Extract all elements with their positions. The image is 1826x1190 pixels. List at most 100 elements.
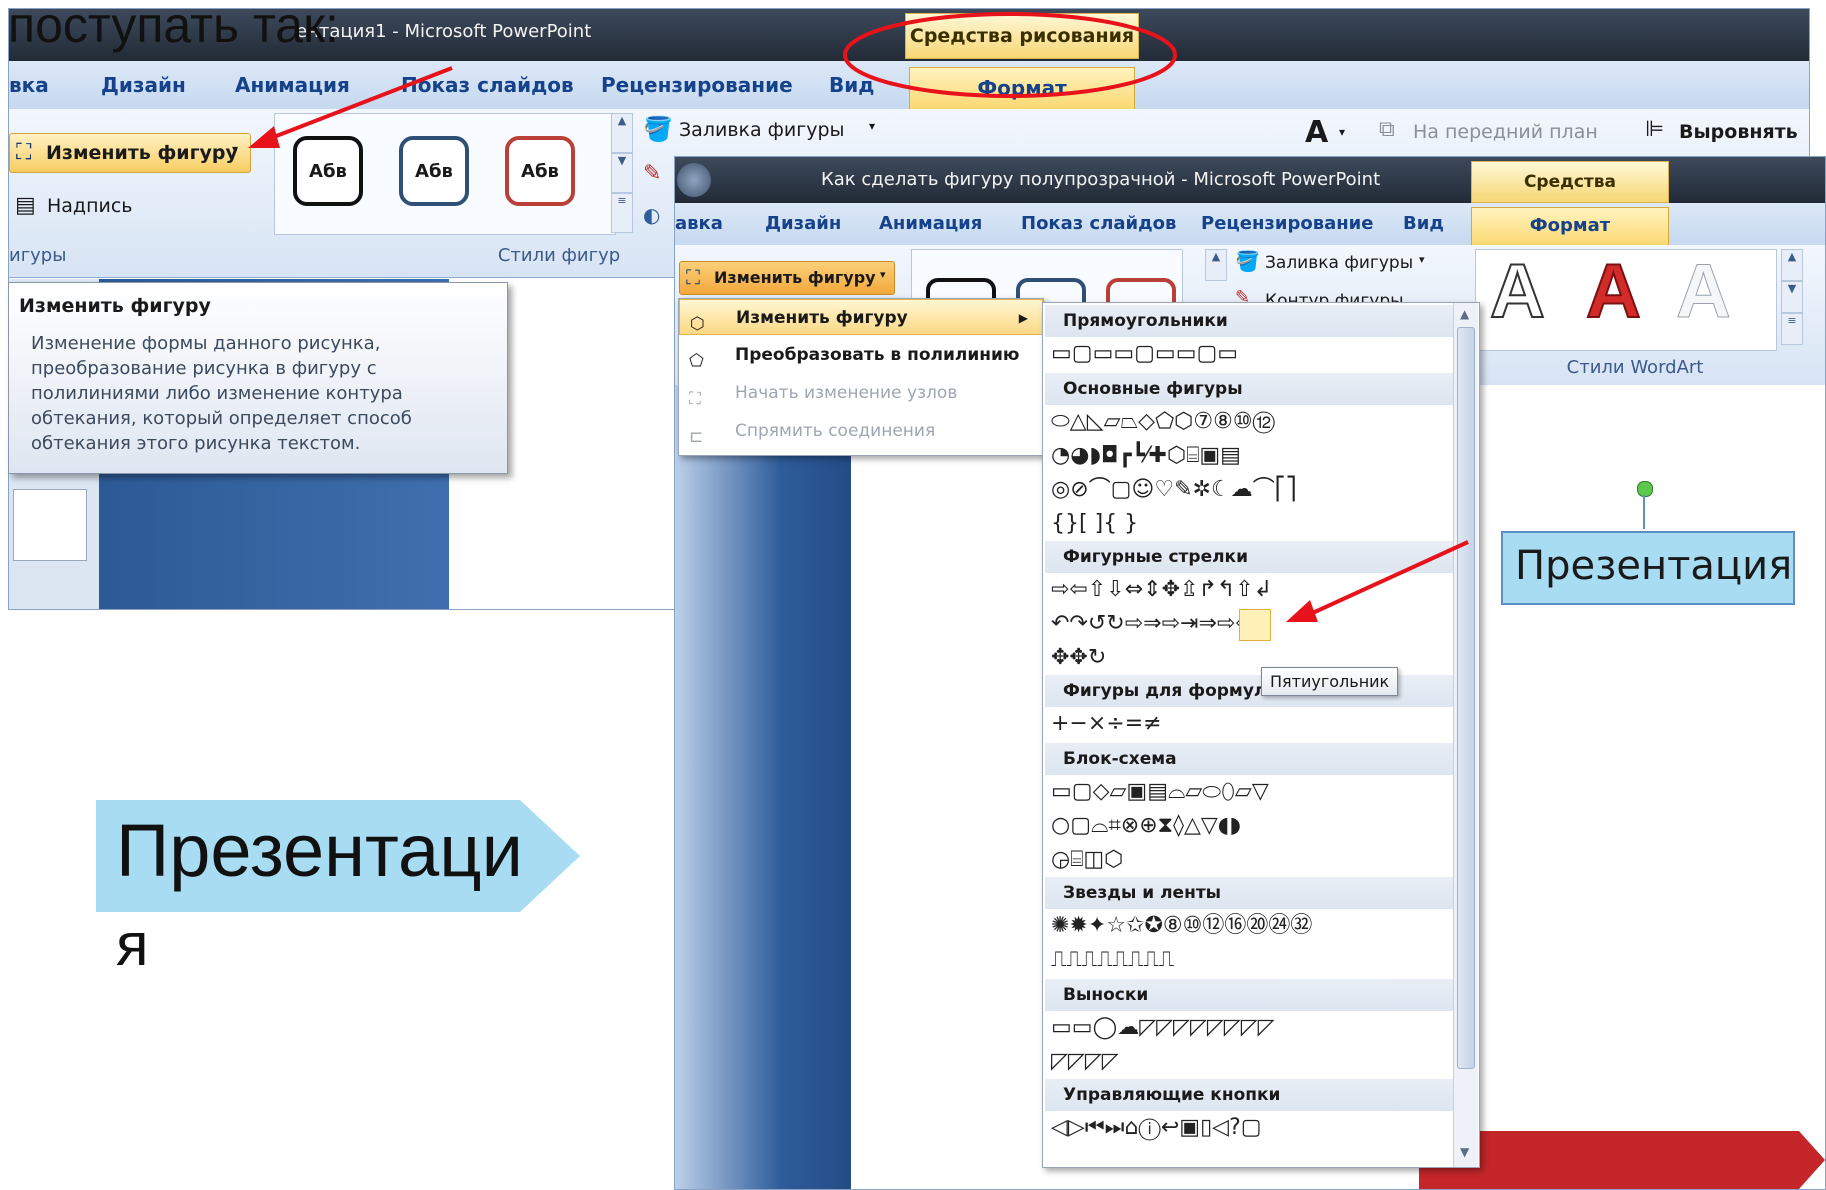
front-titlebar: Как сделать фигуру полупрозрачной - Micr…: [675, 157, 1825, 232]
pentagon-cell-highlight[interactable]: [1239, 609, 1271, 641]
scroll-up-icon[interactable]: ▲: [1460, 307, 1469, 321]
rotation-handle-line: [1643, 495, 1645, 529]
gallery-shape-row[interactable]: ✺✹✦☆✩✪⑧⑩⑫⑯⑳㉔㉜: [1051, 911, 1312, 941]
submenu-arrow-icon: ▶: [1018, 311, 1028, 325]
gallery-shape-row[interactable]: ○▢⌓⌗⊗⊕⧗◊△▽◖◗: [1051, 811, 1241, 841]
gallery-shape-row[interactable]: ▭▢◇▱▣▤⌓▱⬭⬯▱▽: [1051, 777, 1269, 807]
front-tab-slideshow[interactable]: Показ слайдов: [1021, 213, 1176, 234]
back-edit-shape-button[interactable]: ⛶ Изменить фигуру ▾: [9, 133, 251, 173]
gallery-shape-row[interactable]: ▭▭◯☁◸◸◸◸◸◸◸◸: [1051, 1013, 1275, 1043]
menu-item-label: Начать изменение узлов: [735, 383, 958, 403]
arrow-head: [248, 126, 280, 148]
front-gallery-scroll-up[interactable]: ▲: [1205, 249, 1227, 281]
bring-forward-icon: ⧉: [1379, 117, 1395, 142]
back-textbox-button[interactable]: ▤ Надпись: [9, 189, 229, 223]
polyline-icon: ⬠: [689, 351, 704, 371]
gallery-section-title: Управляющие кнопки: [1045, 1079, 1453, 1111]
wordart-scroll-down[interactable]: ▼: [1781, 281, 1803, 313]
dropdown-arrow-icon: ▾: [1339, 125, 1346, 139]
paint-bucket-icon: 🪣: [1235, 249, 1260, 273]
menu-item-change-shape[interactable]: ⬡ Изменить фигуру ▶: [679, 299, 1043, 335]
gallery-shape-row[interactable]: ◸◸◸◸: [1051, 1047, 1119, 1077]
gallery-section-title: Выноски: [1045, 979, 1453, 1011]
back-tab-design[interactable]: Дизайн: [101, 73, 186, 97]
front-tab-view[interactable]: Вид: [1403, 213, 1444, 234]
change-shape-icon: ⬡: [690, 314, 705, 334]
gallery-shape-row[interactable]: ⬭△◺▱⏢◇⬠⬡⑦⑧⑩⑫: [1051, 407, 1275, 437]
front-tab-review[interactable]: Рецензирование: [1201, 213, 1374, 234]
front-tab-animation[interactable]: Анимация: [879, 213, 982, 234]
wordart-more[interactable]: ≡: [1781, 313, 1803, 345]
scroll-down-icon[interactable]: ▼: [1460, 1145, 1469, 1159]
menu-item-edit-points: ⛶ Начать изменение узлов: [679, 375, 1043, 411]
red-ellipse: [843, 12, 1177, 98]
edit-nodes-icon: ⛶: [16, 140, 32, 165]
outline-pen-icon[interactable]: ✎: [643, 161, 661, 186]
gallery-shape-row[interactable]: +−×÷=≠: [1051, 709, 1162, 739]
gallery-section-title: Основные фигуры: [1045, 373, 1453, 405]
selected-shape[interactable]: Презентация: [1501, 531, 1795, 605]
gallery-shape-row[interactable]: ⇨⇦⇧⇩⇔⇕✥⇫↱↰⇧↲: [1051, 575, 1272, 605]
gallery-shape-row[interactable]: {}[ ]{ }: [1051, 509, 1138, 539]
front-edit-shape-button[interactable]: ⛶ Изменить фигуру ▾: [679, 261, 895, 295]
back-tab-insert[interactable]: вка: [9, 73, 49, 97]
edit-shape-tooltip: Изменить фигуру Изменение формы данного …: [8, 282, 508, 474]
front-fill-button[interactable]: 🪣 Заливка фигуры ▾: [1235, 249, 1435, 279]
arrow-shaft: [265, 66, 453, 142]
menu-item-straighten: ⊏ Спрямить соединения: [679, 413, 1043, 449]
dropdown-arrow-icon: ▾: [869, 119, 876, 133]
align-icon: ⊫: [1645, 117, 1665, 142]
red-pointer-arrow-gallery: [1286, 540, 1469, 622]
dropdown-arrow-icon: ▾: [232, 142, 239, 156]
back-bring-forward-button[interactable]: ⧉ На передний план: [1379, 115, 1619, 151]
style-thumb-red[interactable]: Абв: [505, 136, 575, 206]
back-gallery-scroll-down[interactable]: ▼: [611, 153, 633, 193]
wordart-gallery: A A A: [1475, 248, 1777, 351]
font-color-icon[interactable]: A: [1305, 115, 1328, 150]
office-orb-icon[interactable]: [677, 163, 711, 197]
menu-item-convert-polyline[interactable]: ⬠ Преобразовать в полилинию: [679, 337, 1043, 373]
slide-text-line2: я: [116, 911, 149, 978]
gallery-scrollbar[interactable]: ▲ ▼: [1453, 303, 1478, 1167]
back-align-button[interactable]: ⊫ Выровнять: [1645, 115, 1809, 151]
dropdown-arrow-icon: ▾: [880, 268, 886, 281]
gallery-section-title: Прямоугольники: [1045, 305, 1453, 337]
back-gallery-more[interactable]: ≡: [611, 193, 633, 233]
wordart-scroll-up[interactable]: ▲: [1781, 249, 1803, 281]
wordart-red[interactable]: A: [1585, 248, 1642, 335]
gallery-shape-row[interactable]: ◁▷⏮⏭⌂ⓘ↩▣▯◁?▢: [1051, 1113, 1262, 1143]
red-pointer-arrow-top: [248, 66, 453, 148]
front-tab-insert[interactable]: авка: [675, 213, 723, 234]
front-tab-format[interactable]: Формат: [1471, 207, 1669, 246]
front-contextual-header: Средства рисования: [1471, 161, 1669, 232]
tooltip-line: обтекания этого рисунка текстом.: [31, 433, 361, 454]
slide-thumbnail[interactable]: [13, 489, 87, 561]
gallery-shape-row[interactable]: ▭▢▭▭▢▭▭▢▭: [1051, 339, 1238, 369]
back-bring-forward-label: На передний план: [1413, 121, 1598, 143]
gallery-shape-row[interactable]: ⎍⎍⎍⎍⎍⎍⎍⎍: [1051, 945, 1174, 975]
gallery-shape-row[interactable]: ◶⌸◫⬡: [1051, 845, 1123, 875]
back-tab-review[interactable]: Рецензирование: [601, 73, 793, 97]
wordart-outline[interactable]: A: [1489, 248, 1546, 335]
tooltip-line: преобразование рисунка в фигуру с: [31, 358, 377, 379]
edit-points-icon: ⛶: [689, 389, 701, 409]
wordart-light[interactable]: A: [1676, 248, 1732, 335]
back-fill-label: Заливка фигуры: [679, 119, 845, 141]
selected-shape-text: Презентация: [1515, 543, 1793, 589]
menu-item-label: Спрямить соединения: [735, 421, 936, 441]
menu-item-label: Преобразовать в полилинию: [735, 345, 1020, 365]
front-edit-shape-label: Изменить фигуру: [714, 268, 876, 287]
textbox-icon: ▤: [15, 193, 36, 218]
arrow-shaft: [1305, 540, 1469, 618]
gallery-shape-row[interactable]: ◔◕◗◘┏┗⁄✚⬡⌸▣▤: [1051, 441, 1241, 471]
wordart-group-label: Стили WordArt: [1566, 357, 1704, 378]
back-fill-button[interactable]: 🪣 Заливка фигуры ▾: [643, 113, 883, 149]
gallery-shape-row[interactable]: ◎⊘⌒▢☺♡✎✲☾☁⌒⎡⎤: [1051, 475, 1297, 505]
gallery-shape-row[interactable]: ✥✥↻: [1051, 643, 1106, 673]
back-gallery-scroll-up[interactable]: ▲: [611, 113, 633, 153]
front-tab-design[interactable]: Дизайн: [765, 213, 841, 234]
paint-bucket-icon: 🪣: [643, 115, 673, 143]
effects-icon[interactable]: ◐: [643, 203, 660, 227]
scroll-thumb[interactable]: [1457, 327, 1475, 1069]
rotation-handle[interactable]: [1637, 481, 1653, 497]
